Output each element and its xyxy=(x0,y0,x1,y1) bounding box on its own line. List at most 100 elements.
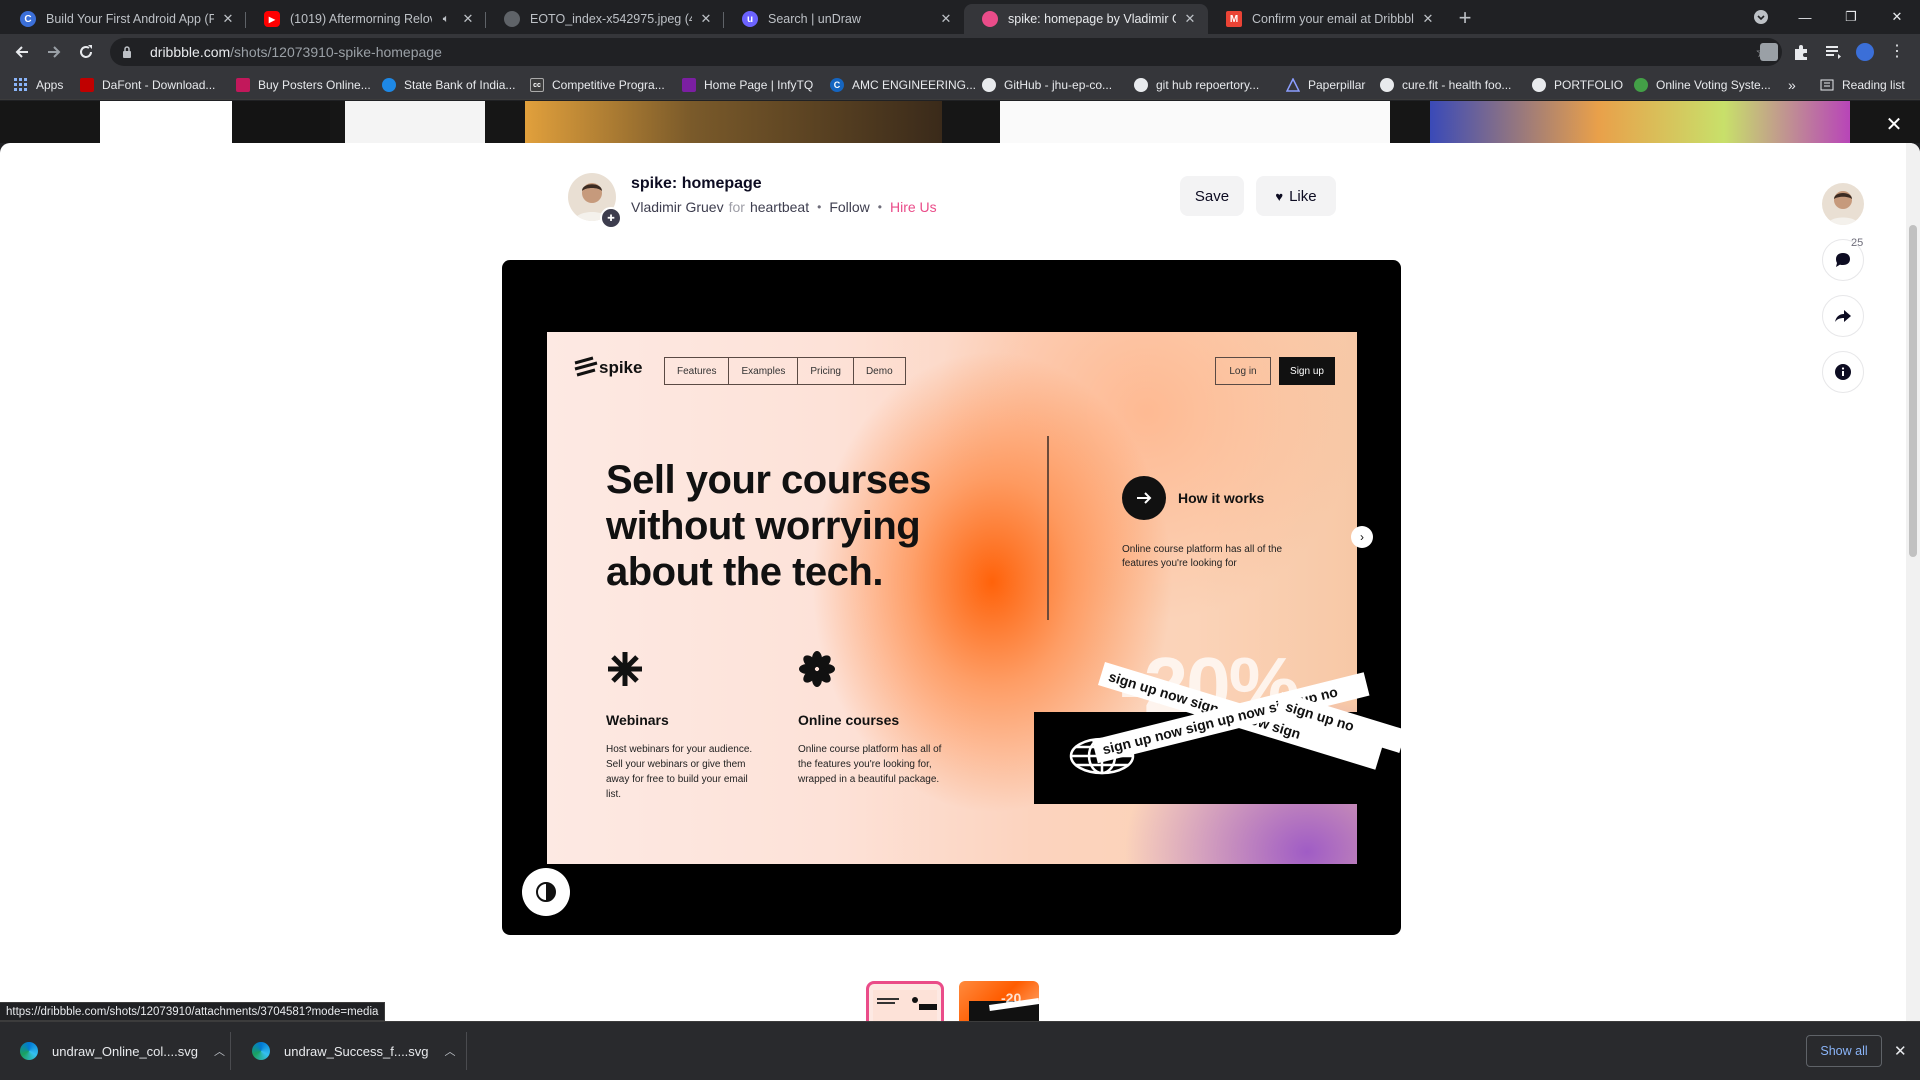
like-button[interactable]: ♥ Like xyxy=(1256,176,1336,216)
bookmark-amc[interactable]: C AMC ENGINEERING... xyxy=(830,76,976,94)
close-tab-icon[interactable]: ✕ xyxy=(220,11,236,27)
close-window-button[interactable]: ✕ xyxy=(1874,0,1920,34)
svg-text:-20: -20 xyxy=(1001,990,1021,1006)
posters-icon xyxy=(236,78,250,92)
sbi-icon xyxy=(382,78,396,92)
chevron-up-icon[interactable]: ︿ xyxy=(445,1043,456,1059)
restore-button[interactable]: ❐ xyxy=(1828,0,1874,34)
back-button[interactable] xyxy=(10,40,34,64)
tab-image[interactable]: EOTO_index-x542975.jpeg (407× ✕ xyxy=(486,4,724,34)
contrast-toggle-button[interactable] xyxy=(522,868,570,916)
globe-icon xyxy=(1134,78,1148,92)
bookmark-label: Online Voting Syste... xyxy=(1656,78,1771,92)
team-name-link[interactable]: heartbeat xyxy=(750,199,809,215)
spike-logo-text: spike xyxy=(599,358,643,377)
reload-button[interactable] xyxy=(74,40,98,64)
follow-link[interactable]: Follow xyxy=(829,199,869,215)
tab-undraw[interactable]: u Search | unDraw ✕ xyxy=(724,4,964,34)
comment-icon xyxy=(1836,253,1850,267)
share-button[interactable] xyxy=(1822,295,1864,337)
author-name-link[interactable]: Vladimir Gruev xyxy=(631,199,724,215)
mockup-nav-demo: Demo xyxy=(865,365,893,377)
scrollbar-thumb[interactable] xyxy=(1909,225,1917,557)
amc-icon: C xyxy=(830,78,844,92)
tab-dribbble-active[interactable]: spike: homepage by Vladimir Gru ✕ xyxy=(964,4,1208,34)
bookmark-git-repo[interactable]: git hub repoertory... xyxy=(1134,76,1259,94)
attachment-thumbnail-2[interactable]: -20 xyxy=(959,981,1039,1021)
tab-title: Search | unDraw xyxy=(768,12,861,26)
extension-icon[interactable] xyxy=(1760,43,1778,61)
bookmark-dafont[interactable]: DaFont - Download... xyxy=(80,76,215,94)
close-tab-icon[interactable]: ✕ xyxy=(698,11,714,27)
address-bar[interactable]: dribbble.com/shots/12073910-spike-homepa… xyxy=(110,38,1782,66)
reading-list-button[interactable]: Reading list xyxy=(1820,76,1905,94)
background-shot-thumbnail xyxy=(1430,101,1850,143)
more-bookmarks-icon[interactable]: » xyxy=(1788,76,1796,94)
bookmark-paperpillar[interactable]: Paperpillar xyxy=(1286,76,1365,94)
close-modal-button[interactable]: ✕ xyxy=(1882,112,1906,136)
tab-title: (1019) Aftermorning Relovec xyxy=(290,12,432,26)
tab-youtube[interactable]: ▶ (1019) Aftermorning Relovec 🔈︎ ✕ xyxy=(246,4,486,34)
media-queue-icon[interactable] xyxy=(1824,43,1842,61)
close-shelf-icon[interactable]: ✕ xyxy=(1894,1042,1907,1060)
speaker-icon[interactable]: 🔈︎ xyxy=(438,11,454,27)
asterisk-icon xyxy=(608,652,642,686)
close-tab-icon[interactable]: ✕ xyxy=(1182,11,1198,27)
chevron-up-icon[interactable]: ︿ xyxy=(214,1043,225,1059)
mockup-nav-features: Features xyxy=(665,358,730,384)
info-button[interactable] xyxy=(1822,351,1864,393)
bookmark-apps[interactable]: Apps xyxy=(14,76,63,94)
github-icon xyxy=(982,78,996,92)
bookmark-infytq[interactable]: Home Page | InfyTQ xyxy=(682,76,813,94)
page-scrollbar[interactable] xyxy=(1906,143,1920,1021)
paperpillar-icon xyxy=(1286,78,1300,92)
flower-icon xyxy=(799,651,835,687)
close-tab-icon[interactable]: ✕ xyxy=(938,11,954,27)
background-shot-thumbnail xyxy=(525,101,942,143)
arrow-right-icon xyxy=(1122,476,1166,520)
extensions-puzzle-icon[interactable] xyxy=(1792,43,1810,61)
attachment-thumbnail-1[interactable] xyxy=(866,981,944,1021)
globe-icon xyxy=(1532,78,1546,92)
mockup-nav-examples: Examples xyxy=(729,358,799,384)
shot-media[interactable]: spike Features Examples Pricing Demo Log… xyxy=(502,260,1401,935)
for-label: for xyxy=(728,199,745,215)
tab-title: EOTO_index-x542975.jpeg (407× xyxy=(530,12,692,26)
team-badge-icon[interactable]: ✚ xyxy=(600,207,622,229)
bookmark-github[interactable]: GitHub - jhu-ep-co... xyxy=(982,76,1112,94)
tab-gmail[interactable]: M Confirm your email at Dribbble - ✕ xyxy=(1208,4,1446,34)
bookmark-posters[interactable]: Buy Posters Online... xyxy=(236,76,371,94)
bookmark-label: Paperpillar xyxy=(1308,78,1366,92)
youtube-icon: ▶ xyxy=(264,11,280,27)
download-item[interactable]: undraw_Online_col....svg ︿ xyxy=(20,1022,225,1080)
bookmark-sbi[interactable]: State Bank of India... xyxy=(382,76,515,94)
show-all-downloads-button[interactable]: Show all xyxy=(1806,1035,1882,1067)
infytq-icon xyxy=(682,78,696,92)
tab-android[interactable]: C Build Your First Android App (Pro ✕ xyxy=(2,4,246,34)
spike-logo: spike xyxy=(573,356,642,380)
tab-title: spike: homepage by Vladimir Gru xyxy=(1008,12,1176,26)
designer-profile-avatar[interactable] xyxy=(1822,183,1864,225)
tab-strip: C Build Your First Android App (Pro ✕ ▶ … xyxy=(0,0,1920,34)
profile-avatar-icon[interactable] xyxy=(1856,43,1874,61)
next-image-button[interactable]: › xyxy=(1351,526,1373,548)
menu-kebab-icon[interactable]: ⋮ xyxy=(1888,43,1906,61)
close-tab-icon[interactable]: ✕ xyxy=(460,11,476,27)
tab-search-icon[interactable] xyxy=(1738,0,1784,34)
bookmark-label: git hub repoertory... xyxy=(1156,78,1260,92)
new-tab-button[interactable]: + xyxy=(1454,7,1476,30)
forward-button[interactable] xyxy=(42,40,66,64)
download-item[interactable]: undraw_Success_f....svg ︿ xyxy=(252,1022,456,1080)
bookmark-competitive[interactable]: cc Competitive Progra... xyxy=(530,76,665,94)
minimize-button[interactable]: — xyxy=(1782,0,1828,34)
save-button[interactable]: Save xyxy=(1180,176,1244,216)
bookmark-portfolio[interactable]: PORTFOLIO xyxy=(1532,76,1623,94)
mockup-feature-text: Online course platform has all of the fe… xyxy=(798,744,942,785)
bookmark-voting[interactable]: Online Voting Syste... xyxy=(1634,76,1771,94)
close-tab-icon[interactable]: ✕ xyxy=(1420,11,1436,27)
background-shot-thumbnail xyxy=(1000,101,1390,143)
mockup-divider xyxy=(1047,436,1049,620)
hire-us-link[interactable]: Hire Us xyxy=(890,199,937,215)
status-bar-url: https://dribbble.com/shots/12073910/atta… xyxy=(0,1002,386,1021)
bookmark-curefit[interactable]: cure.fit - health foo... xyxy=(1380,76,1511,94)
